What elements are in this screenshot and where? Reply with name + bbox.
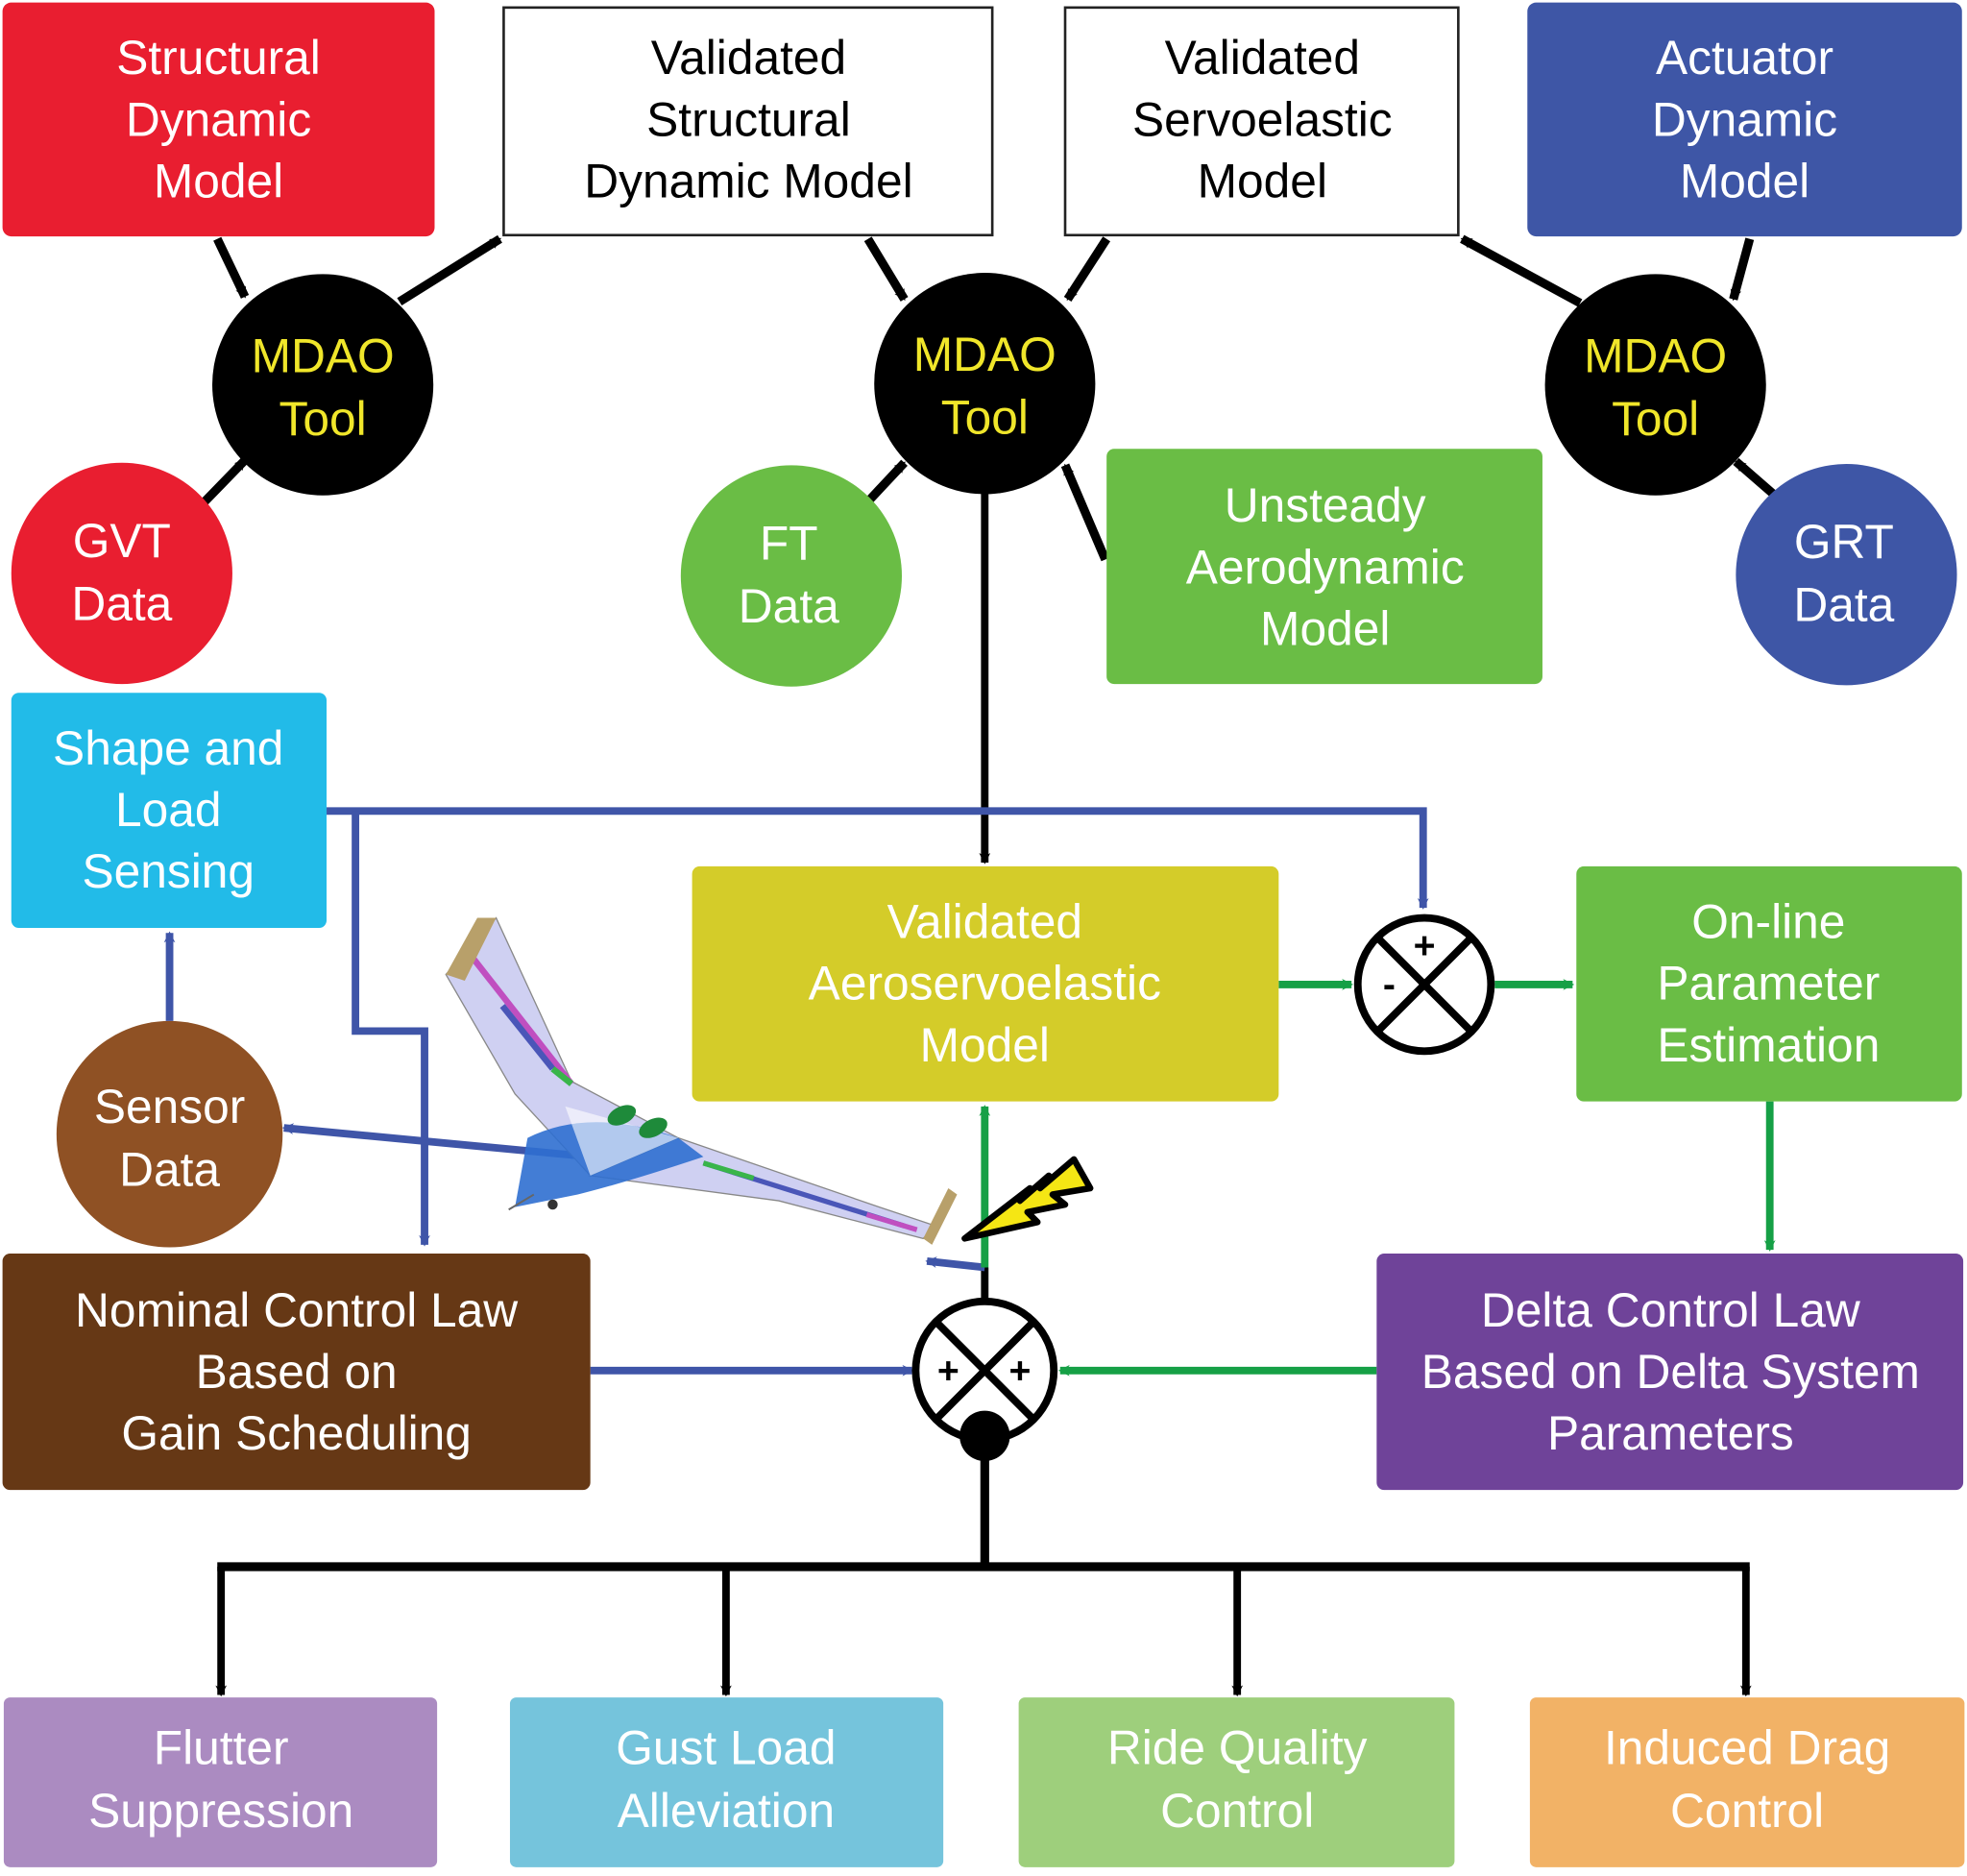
- arrow-mdao1-to-validated-structural: [397, 234, 502, 306]
- node-label-line: Delta Control Law: [1481, 1283, 1861, 1337]
- node-nominal-control-law[interactable]: Nominal Control Law Based on Gain Schedu…: [2, 1254, 591, 1491]
- node-label-line: Data: [739, 579, 839, 633]
- node-label-line: Actuator: [1656, 31, 1833, 85]
- node-label-line: Model: [1198, 154, 1327, 207]
- node-validated-servoelastic-model[interactable]: Validated Servoelastic Model: [1063, 6, 1460, 237]
- node-mdao-tool-3[interactable]: MDAO Tool: [1544, 274, 1766, 496]
- node-label-line: Tool: [1612, 392, 1699, 446]
- aeroservoelastic-diagram: Structural Dynamic Model Validated Struc…: [2, 2, 1965, 1867]
- adder-sign-left: +: [937, 1350, 959, 1392]
- node-ride-quality-control[interactable]: Ride Quality Control: [1018, 1697, 1455, 1867]
- arrow-adder-to-aircraft: [925, 1256, 985, 1272]
- arrow-ft-to-mdao2: [863, 459, 908, 506]
- node-label-line: Servoelastic: [1132, 92, 1393, 146]
- adder-junction: + +: [911, 1297, 1058, 1462]
- node-gvt-data[interactable]: GVT Data: [11, 462, 232, 685]
- node-label-line: Suppression: [88, 1784, 353, 1838]
- node-sensor-data[interactable]: Sensor Data: [56, 1020, 283, 1248]
- node-label-line: Alleviation: [618, 1784, 835, 1838]
- adder-output-node: [959, 1410, 1010, 1462]
- node-label-line: Shape and: [53, 721, 283, 775]
- node-label-line: Gain Scheduling: [121, 1406, 472, 1460]
- arrow-mdao3-to-validated-servoelastic: [1460, 234, 1583, 307]
- node-validated-structural-dynamic-model[interactable]: Validated Structural Dynamic Model: [502, 6, 994, 237]
- node-gust-load-alleviation[interactable]: Gust Load Alleviation: [509, 1697, 944, 1867]
- comparator-junction: + -: [1353, 914, 1495, 1056]
- node-label-line: MDAO: [252, 329, 395, 382]
- node-label-line: Model: [154, 154, 283, 207]
- node-label-line: GRT: [1794, 515, 1894, 569]
- node-label-line: Based on: [196, 1345, 398, 1399]
- node-induced-drag-control[interactable]: Induced Drag Control: [1529, 1697, 1965, 1867]
- node-label-line: Control: [1160, 1784, 1314, 1838]
- arrow-structural-to-mdao1: [213, 236, 250, 299]
- node-label-line: MDAO: [1584, 329, 1727, 382]
- node-label-line: Model: [920, 1018, 1050, 1072]
- node-label-line: Validated: [651, 31, 846, 85]
- node-label-line: Data: [1793, 578, 1894, 632]
- node-label-line: Data: [119, 1142, 220, 1196]
- node-label-line: Load: [115, 783, 222, 837]
- line-sensing-to-nominal: [352, 811, 430, 1247]
- adder-sign-right: +: [1008, 1350, 1031, 1392]
- node-label-line: Parameters: [1547, 1406, 1794, 1460]
- node-label-line: FT: [760, 516, 818, 570]
- node-label-line: Tool: [941, 391, 1029, 445]
- node-label-line: Model: [1260, 601, 1390, 655]
- node-label-line: Structural: [116, 31, 321, 85]
- node-label-line: Tool: [279, 392, 367, 446]
- node-label-line: Based on Delta System: [1421, 1345, 1920, 1399]
- node-label-line: Gust Load: [616, 1720, 836, 1774]
- node-label-line: Sensor: [94, 1080, 245, 1133]
- arrow-unsteady-to-mdao2: [1060, 463, 1110, 562]
- node-label-line: Unsteady: [1225, 478, 1426, 532]
- node-label-line: Nominal Control Law: [75, 1283, 519, 1337]
- node-label-line: Control: [1670, 1784, 1824, 1838]
- arrow-validated-servoelastic-to-mdao2: [1063, 236, 1111, 303]
- node-ft-data[interactable]: FT Data: [680, 465, 902, 687]
- node-label-line: Dynamic: [126, 92, 311, 146]
- node-mdao-tool-2[interactable]: MDAO Tool: [874, 273, 1096, 495]
- node-label-line: Dynamic Model: [584, 154, 912, 207]
- node-online-parameter-estimation[interactable]: On-line Parameter Estimation: [1576, 865, 1962, 1102]
- arrow-actuator-to-mdao3: [1729, 237, 1755, 302]
- comparator-sign-left: -: [1383, 963, 1396, 1006]
- node-label-line: Aerodynamic: [1186, 540, 1465, 594]
- arrow-gvt-to-mdao1: [197, 456, 249, 509]
- node-label-line: Data: [71, 576, 172, 630]
- node-grt-data[interactable]: GRT Data: [1736, 464, 1957, 686]
- node-shape-and-load-sensing[interactable]: Shape and Load Sensing: [11, 693, 328, 929]
- node-label-line: Ride Quality: [1107, 1720, 1368, 1774]
- node-label-line: On-line: [1691, 894, 1845, 948]
- node-label-line: Model: [1680, 154, 1809, 207]
- node-label-line: GVT: [73, 514, 171, 568]
- node-actuator-dynamic-model[interactable]: Actuator Dynamic Model: [1527, 2, 1962, 237]
- comparator-sign-top: +: [1414, 924, 1436, 966]
- node-label-line: Flutter: [154, 1720, 289, 1774]
- node-flutter-suppression[interactable]: Flutter Suppression: [3, 1697, 438, 1867]
- node-label-line: Sensing: [82, 844, 255, 898]
- node-label-line: Structural: [646, 92, 851, 146]
- node-label-line: Validated: [1165, 31, 1360, 85]
- arrow-validated-structural-to-mdao2: [863, 236, 909, 302]
- node-validated-aeroservoelastic-model[interactable]: Validated Aeroservoelastic Model: [692, 865, 1279, 1102]
- node-label-line: Validated: [887, 894, 1082, 948]
- node-label-line: Aeroservoelastic: [809, 957, 1161, 1011]
- node-unsteady-aerodynamic-model[interactable]: Unsteady Aerodynamic Model: [1106, 449, 1542, 685]
- node-label-line: Dynamic: [1652, 92, 1837, 146]
- node-label-line: MDAO: [913, 328, 1056, 381]
- node-label-line: Parameter: [1657, 957, 1880, 1011]
- node-structural-dynamic-model[interactable]: Structural Dynamic Model: [2, 2, 435, 237]
- node-label-line: Estimation: [1657, 1018, 1880, 1072]
- node-label-line: Induced Drag: [1604, 1720, 1890, 1774]
- node-delta-control-law[interactable]: Delta Control Law Based on Delta System …: [1376, 1254, 1964, 1491]
- node-mdao-tool-1[interactable]: MDAO Tool: [212, 274, 434, 496]
